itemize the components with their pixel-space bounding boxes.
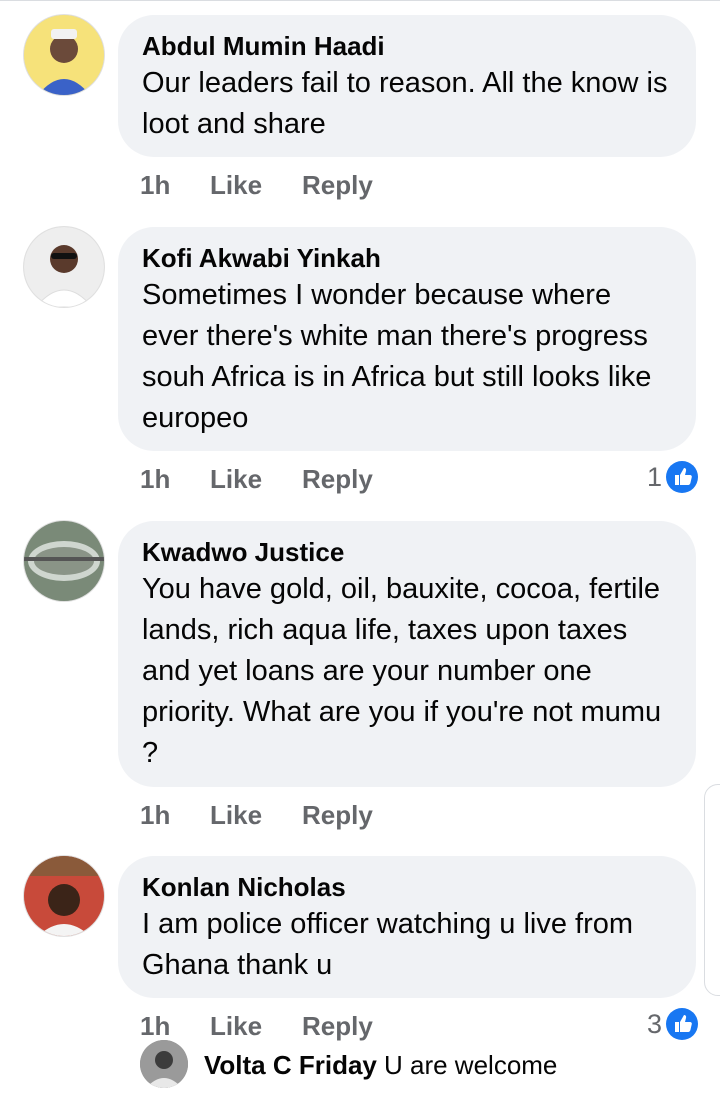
comment-time[interactable]: 1h bbox=[140, 462, 210, 496]
comment-bubble: Kwadwo Justice You have gold, oil, bauxi… bbox=[118, 521, 696, 787]
avatar-image bbox=[24, 856, 104, 936]
reply-button[interactable]: Reply bbox=[302, 1009, 373, 1043]
comment-text: I am police officer watching u live from… bbox=[142, 908, 634, 981]
reply-button[interactable]: Reply bbox=[302, 798, 373, 832]
like-thumb-icon bbox=[666, 1008, 698, 1040]
comment-author[interactable]: Kofi Akwabi Yinkah bbox=[142, 241, 672, 275]
comment-actions: 1h Like Reply bbox=[140, 1009, 373, 1043]
avatar[interactable] bbox=[24, 521, 104, 601]
comment-bubble: Konlan Nicholas I am police officer watc… bbox=[118, 856, 696, 998]
reaction-count: 3 bbox=[646, 1008, 662, 1039]
like-button[interactable]: Like bbox=[210, 1009, 302, 1043]
reply-text: U are welcome bbox=[384, 1050, 558, 1080]
comment-bubble: Abdul Mumin Haadi Our leaders fail to re… bbox=[118, 15, 696, 157]
comment-text: Sometimes I wonder because where ever th… bbox=[142, 279, 652, 434]
reply-button[interactable]: Reply bbox=[302, 462, 373, 496]
avatar[interactable] bbox=[24, 227, 104, 307]
comment-time[interactable]: 1h bbox=[140, 168, 210, 202]
top-divider bbox=[0, 0, 720, 1]
comment-text: Our leaders fail to reason. All the know… bbox=[142, 67, 668, 140]
comment-actions: 1h Like Reply bbox=[140, 462, 373, 496]
comment-time[interactable]: 1h bbox=[140, 1009, 210, 1043]
comment-bubble: Kofi Akwabi Yinkah Sometimes I wonder be… bbox=[118, 227, 696, 451]
avatar[interactable] bbox=[24, 856, 104, 936]
avatar-image bbox=[24, 227, 104, 307]
comment-author[interactable]: Konlan Nicholas bbox=[142, 870, 672, 904]
reaction-summary[interactable]: 3 bbox=[647, 1008, 698, 1040]
side-panel-edge bbox=[704, 784, 720, 996]
comment-actions: 1h Like Reply bbox=[140, 798, 373, 832]
reply-button[interactable]: Reply bbox=[302, 168, 373, 202]
comment-author[interactable]: Kwadwo Justice bbox=[142, 535, 672, 569]
comment-actions: 1h Like Reply bbox=[140, 168, 373, 202]
avatar[interactable] bbox=[140, 1040, 188, 1088]
reply-author[interactable]: Volta C Friday bbox=[204, 1048, 377, 1082]
like-button[interactable]: Like bbox=[210, 798, 302, 832]
avatar-image bbox=[140, 1040, 188, 1088]
like-button[interactable]: Like bbox=[210, 462, 302, 496]
reply-preview[interactable]: Volta C Friday U are welcome bbox=[140, 1040, 720, 1100]
comment-author[interactable]: Abdul Mumin Haadi bbox=[142, 29, 672, 63]
reaction-summary[interactable]: 1 bbox=[647, 461, 698, 493]
like-button[interactable]: Like bbox=[210, 168, 302, 202]
avatar[interactable] bbox=[24, 15, 104, 95]
comment-time[interactable]: 1h bbox=[140, 798, 210, 832]
comment-text: You have gold, oil, bauxite, cocoa, fert… bbox=[142, 573, 662, 769]
avatar-image bbox=[24, 521, 104, 601]
reaction-count: 1 bbox=[646, 461, 662, 492]
like-thumb-icon bbox=[666, 461, 698, 493]
avatar-image bbox=[24, 15, 104, 95]
